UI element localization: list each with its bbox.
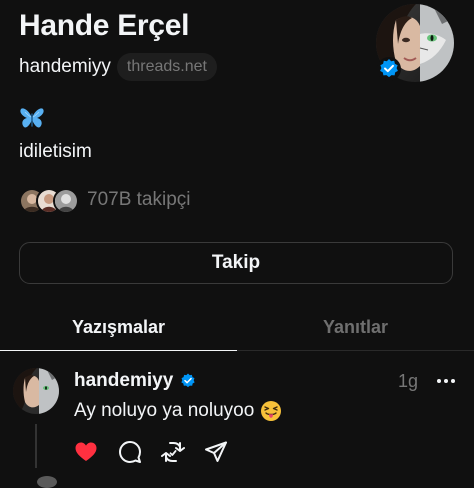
followers-row[interactable]: 707B takipçi (19, 186, 191, 214)
comment-icon[interactable] (118, 440, 142, 464)
more-icon[interactable] (436, 374, 456, 386)
verified-badge-icon (181, 373, 195, 388)
post-body: Ay noluyo ya noluyoo (74, 398, 282, 424)
butterfly-emoji-icon (19, 106, 45, 130)
profile-handle-row: handemiyy threads.net (19, 50, 217, 84)
post-timestamp: 1g (398, 371, 419, 391)
squinting-tongue-emoji-icon (261, 401, 282, 421)
profile-display-name: Hande Erçel (19, 9, 190, 42)
domain-badge[interactable]: threads.net (116, 53, 217, 81)
tab-replies[interactable]: Yanıtlar (237, 305, 474, 351)
bio-text: idiletisim (19, 141, 92, 162)
follower-avatars (19, 187, 79, 214)
reply-avatar (37, 476, 57, 488)
heart-icon[interactable] (74, 440, 98, 464)
post-author-avatar[interactable] (13, 368, 59, 414)
verified-badge-icon (377, 57, 401, 81)
tab-threads[interactable]: Yazışmalar (0, 305, 237, 351)
post-author-name[interactable]: handemiyy (74, 370, 173, 392)
post-header: handemiyy (74, 368, 197, 394)
followers-count[interactable]: 707B takipçi (87, 189, 191, 211)
profile-handle: handemiyy (19, 56, 111, 77)
profile-tabs: Yazışmalar Yanıtlar (0, 305, 474, 351)
thread-line (35, 424, 37, 468)
share-icon[interactable] (204, 440, 228, 464)
follower-avatar (53, 188, 79, 214)
repost-icon[interactable] (161, 440, 185, 464)
post-text: Ay noluyo ya noluyoo (74, 400, 255, 421)
follow-button[interactable]: Takip (19, 242, 453, 284)
